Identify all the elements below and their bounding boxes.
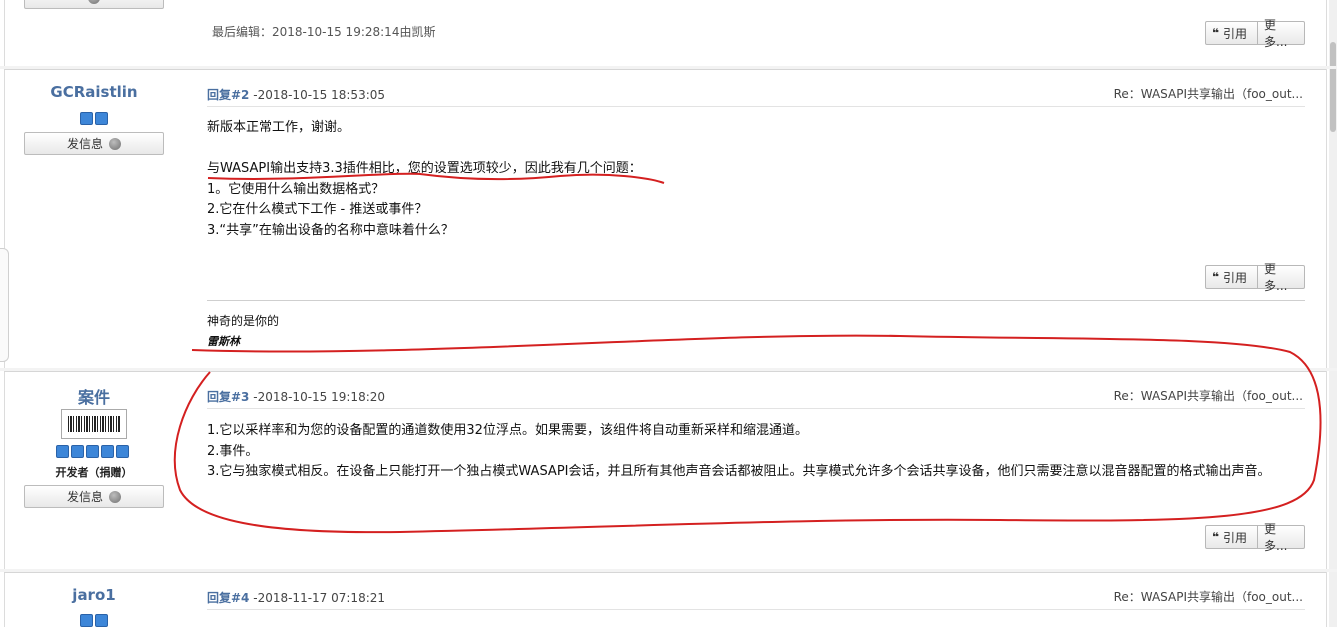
more-button[interactable]: 更多... [1258, 522, 1305, 553]
quote-button[interactable]: ❝ 引用 [1205, 265, 1258, 289]
rank-badge [101, 445, 114, 458]
post-line [207, 139, 1302, 160]
quote-button[interactable]: ❝ 引用 [1205, 21, 1258, 45]
rank-badge [80, 614, 93, 627]
post-subject-link[interactable]: Re：WASAPI共享输出（foo_out... [1114, 588, 1303, 605]
offline-status-icon [88, 0, 100, 4]
post-subject-link[interactable]: Re：WASAPI共享输出（foo_out... [1114, 387, 1303, 404]
offline-status-icon [109, 490, 121, 503]
more-label: 更多... [1264, 262, 1288, 293]
rank-badge [116, 445, 129, 458]
post-header-line [207, 408, 1305, 409]
reply-number-link[interactable]: 回复#4 [207, 591, 249, 605]
vertical-scrollbar[interactable] [1329, 0, 1337, 627]
post-line: 2.事件。 [207, 443, 259, 459]
send-message-label: 发信息 [66, 137, 103, 151]
rank-badge [80, 112, 93, 125]
quote-label: 引用 [1223, 270, 1248, 285]
rank-badge [86, 445, 99, 458]
post-timestamp: -2018-10-15 19:18:20 [253, 390, 386, 404]
post-body: 新版本正常工作，谢谢。 与WASAPI输出支持3.3插件相比，您的设置选项较少，… [207, 118, 1302, 241]
rank-badge [95, 112, 108, 125]
post-actions: ❝ 引用 更多... [1205, 262, 1305, 293]
reply-number-link[interactable]: 回复#3 [207, 390, 249, 404]
rank-badge [71, 445, 84, 458]
post-author[interactable]: 案件 [24, 384, 164, 408]
post-header-line [207, 609, 1305, 610]
post-timestamp: -2018-11-17 07:18:21 [253, 591, 386, 605]
quote-icon: ❝ [1212, 26, 1220, 40]
post-body: 1.它以采样率和为您的设备配置的通道数使用32位浮点。如果需要，该组件将自动重新… [207, 421, 1302, 483]
rank-badge [95, 614, 108, 627]
user-title: 开发者（捐赠） [55, 466, 133, 479]
user-avatar [61, 409, 127, 439]
post-author[interactable]: jaro1 [24, 586, 164, 604]
post-line: 3.“共享”在输出设备的名称中意味着什么？ [207, 222, 454, 238]
quote-button[interactable]: ❝ 引用 [1205, 525, 1258, 549]
post-header-line [207, 106, 1305, 107]
rank-badges [80, 614, 108, 627]
post-line: 2.它在什么模式下工作 - 推送或事件？ [207, 202, 428, 217]
post-timestamp: -2018-10-15 18:53:05 [253, 88, 386, 102]
rank-badges [80, 112, 108, 125]
offline-status-icon [109, 137, 121, 150]
quote-icon: ❝ [1212, 270, 1220, 284]
post-divider [4, 69, 1326, 70]
post-divider [4, 572, 1326, 573]
post-actions-top: ❝ 引用 更多... [1205, 18, 1305, 49]
post-actions: ❝ 引用 更多... [1205, 522, 1305, 553]
scrollbar-thumb[interactable] [1330, 42, 1336, 132]
rank-badge [56, 445, 69, 458]
post-divider [4, 371, 1326, 372]
post-line: 新版本正常工作，谢谢。 [207, 120, 351, 135]
send-message-label: 发信息 [66, 490, 103, 504]
more-label: 更多... [1264, 18, 1288, 49]
post-line: 1。它使用什么输出数据格式？ [207, 181, 385, 197]
post-header: 回复#3 -2018-10-15 19:18:20 [207, 388, 385, 405]
more-button[interactable]: 更多... [1258, 262, 1305, 293]
signature-line: 神奇的是你的 [207, 314, 280, 328]
post-author[interactable]: GCRaistlin [24, 83, 164, 101]
quote-label: 引用 [1223, 26, 1248, 41]
quote-label: 引用 [1223, 530, 1248, 545]
post-line: 与WASAPI输出支持3.3插件相比，您的设置选项较少，因此我有几个问题： [207, 161, 642, 176]
rank-badges [56, 445, 129, 458]
send-message-button[interactable]: 发信息 [24, 485, 164, 508]
post-line: 3.它与独家模式相反。在设备上只能打开一个独占模式WASAPI会话，并且所有其他… [207, 464, 1271, 479]
post-header: 回复#4 -2018-11-17 07:18:21 [207, 589, 385, 606]
frame-right-border [1326, 0, 1327, 627]
edit-note: 最后编辑：2018-10-15 19:28:14由凯斯 [212, 25, 436, 39]
post-line: 1.它以采样率和为您的设备配置的通道数使用32位浮点。如果需要，该组件将自动重新… [207, 423, 808, 438]
more-label: 更多... [1264, 522, 1288, 553]
post-header: 回复#2 -2018-10-15 18:53:05 [207, 86, 385, 103]
side-tab-handle[interactable] [0, 248, 9, 362]
quote-icon: ❝ [1212, 530, 1220, 544]
signature-divider [207, 300, 1305, 301]
signature-name: 雷斯林 [207, 335, 240, 348]
reply-number-link[interactable]: 回复#2 [207, 88, 249, 102]
post-subject-link[interactable]: Re：WASAPI共享输出（foo_out... [1114, 85, 1303, 102]
send-message-button-prev[interactable] [24, 0, 164, 9]
send-message-button[interactable]: 发信息 [24, 132, 164, 155]
more-button[interactable]: 更多... [1258, 18, 1305, 49]
